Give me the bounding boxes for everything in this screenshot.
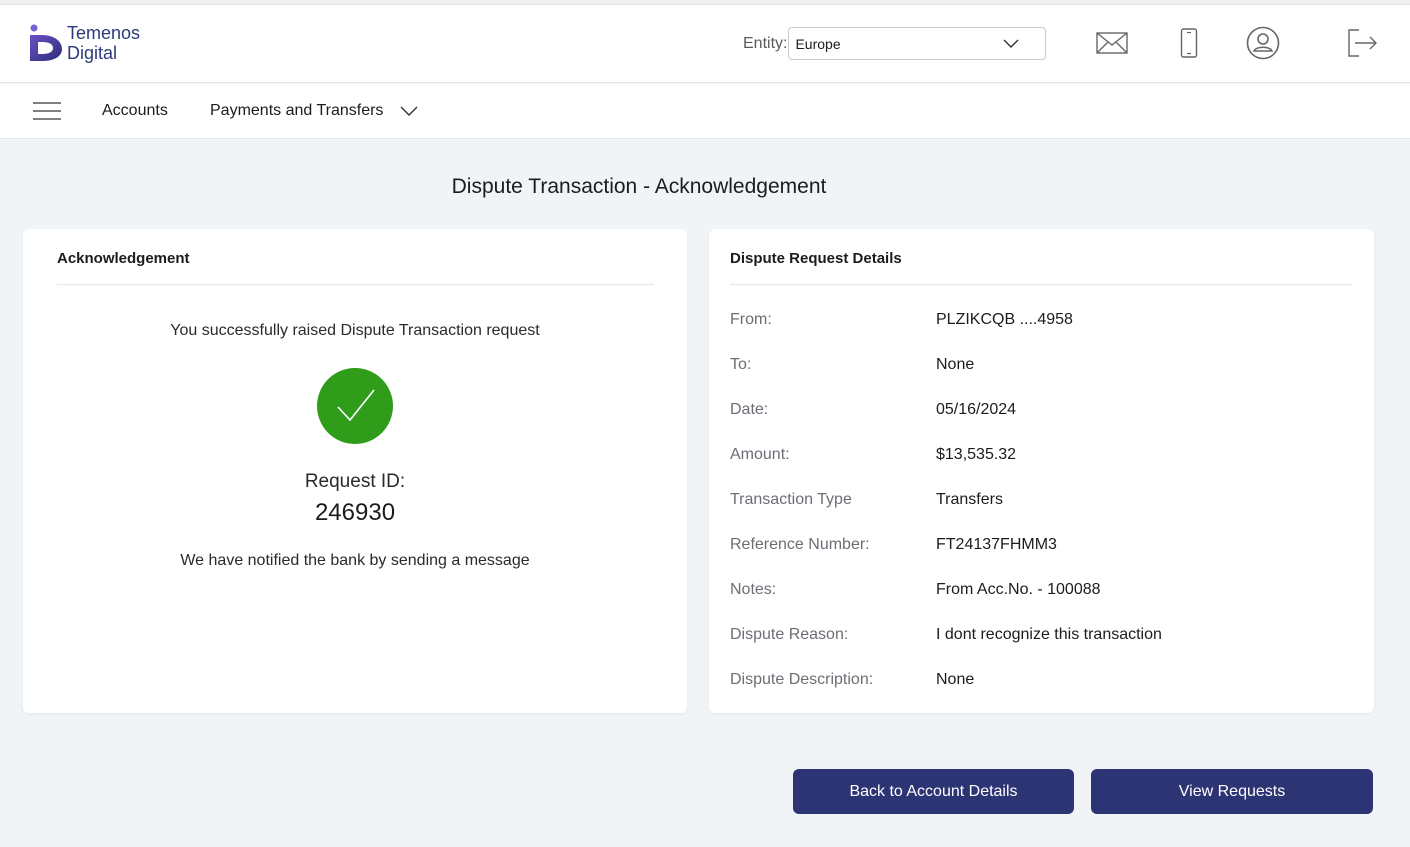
nav-payments-transfers[interactable]: Payments and Transfers [210,102,383,120]
profile-icon[interactable] [1245,25,1281,61]
detail-value: PLZIKCQB ....4958 [936,311,1073,328]
detail-label: Amount: [730,446,790,463]
detail-value: From Acc.No. - 100088 [936,581,1101,598]
page-title: Dispute Transaction - Acknowledgement [451,175,827,198]
hamburger-icon[interactable] [33,101,61,121]
request-id-label: Request ID: [304,471,406,492]
detail-label: Dispute Reason: [730,626,849,643]
detail-label: Notes: [730,581,777,598]
detail-value: FT24137FHMM3 [936,536,1057,553]
back-to-account-details-button[interactable]: Back to Account Details [793,769,1074,814]
brand-name: Temenos Digital [67,23,140,63]
mobile-icon[interactable] [1171,25,1207,61]
detail-value: 05/16/2024 [936,401,1017,418]
detail-value: None [936,356,975,373]
detail-label: From: [730,311,772,328]
entity-value: Europe [795,35,841,52]
nav-accounts[interactable]: Accounts [102,102,168,120]
entity-selector: Entity: Europe [743,27,1047,60]
success-check-icon [317,368,393,444]
notify-message: We have notified the bank by sending a m… [180,552,530,569]
entity-dropdown[interactable]: Europe [788,27,1047,60]
detail-label: Reference Number: [730,536,870,553]
detail-value: None [936,671,975,688]
chevron-down-icon[interactable] [400,104,418,118]
chevron-down-icon [1003,39,1019,48]
detail-value: $13,535.32 [936,446,1017,463]
acknowledgement-card: Acknowledgement You successfully raised … [23,229,687,713]
brand-line-1: Temenos [67,23,141,43]
brand-logo[interactable]: Temenos Digital [28,23,140,63]
temenos-logo-icon [30,24,62,61]
entity-label: Entity: [743,34,788,52]
app-header: Temenos Digital Entity: Europe [0,5,1410,83]
dispute-details-card: Dispute Request Details From: PLZIKCQB .… [709,229,1374,713]
detail-label: Dispute Description: [730,671,874,688]
mail-icon[interactable] [1094,25,1130,61]
divider [57,284,654,285]
detail-label: To: [730,356,752,373]
divider [730,284,1353,285]
view-requests-button[interactable]: View Requests [1091,769,1373,814]
request-id-value: 246930 [314,499,396,526]
details-heading: Dispute Request Details [730,250,902,267]
detail-label: Date: [730,401,769,418]
detail-value: I dont recognize this transaction [936,626,1162,643]
detail-label: Transaction Type [730,491,852,508]
logout-icon[interactable] [1344,25,1380,61]
brand-line-2: Digital [67,43,118,63]
acknowledgement-heading: Acknowledgement [57,250,190,267]
main-nav: Accounts Payments and Transfers [0,84,1410,139]
success-message: You successfully raised Dispute Transact… [170,322,540,339]
detail-value: Transfers [936,491,1003,508]
